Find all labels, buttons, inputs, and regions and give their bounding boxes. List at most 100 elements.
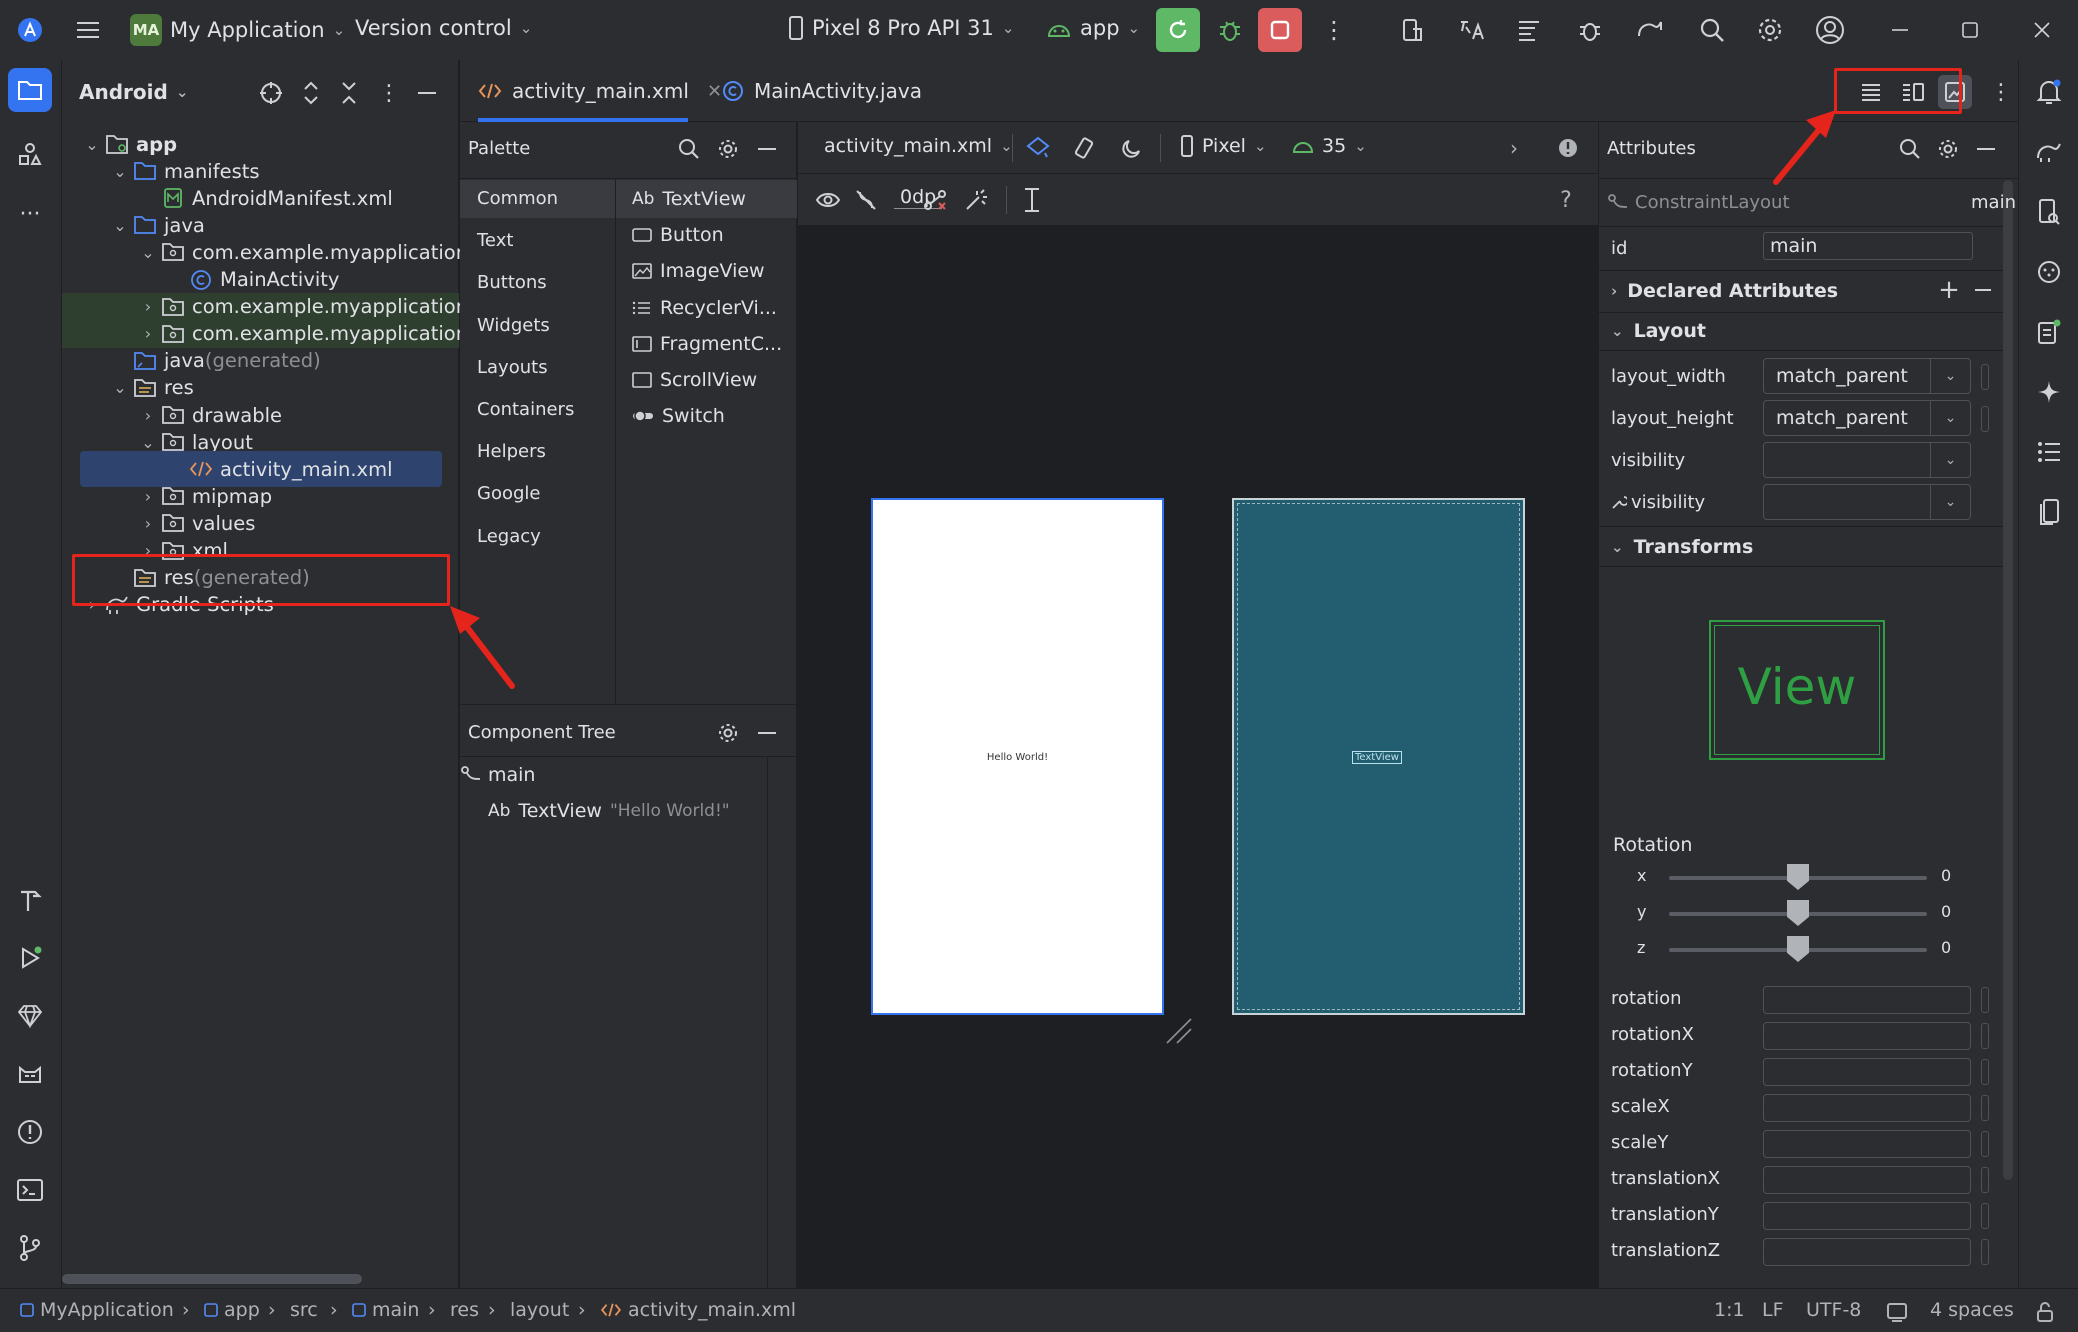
maximize-window-icon[interactable]: [1952, 12, 1988, 48]
expand-all-icon[interactable]: [296, 78, 326, 108]
hide-component-tree-icon[interactable]: [752, 718, 782, 748]
chevron-right-icon[interactable]: ›: [136, 297, 160, 316]
close-window-icon[interactable]: [2024, 12, 2060, 48]
layout-width-combo[interactable]: match_parent ⌄: [1763, 358, 1971, 394]
api-level-selector[interactable]: 35 ⌄: [1292, 135, 1367, 157]
transforms-section[interactable]: ⌄ Transforms: [1611, 528, 1753, 566]
visibility-combo[interactable]: ⌄: [1763, 442, 1971, 478]
breadcrumb-item[interactable]: layout: [510, 1299, 569, 1321]
orientation-icon[interactable]: [1068, 132, 1100, 164]
settings-gear-icon[interactable]: [1752, 12, 1788, 48]
infer-constraints-icon[interactable]: [960, 184, 992, 216]
palette-item[interactable]: FragmentC...: [632, 333, 782, 355]
add-attribute-icon[interactable]: +: [1935, 275, 1963, 305]
palette-category[interactable]: Buttons: [477, 272, 547, 293]
resource-manager-icon[interactable]: [12, 136, 48, 172]
chevron-right-icon[interactable]: ›: [1498, 132, 1530, 164]
layout-height-resource-picker[interactable]: [1981, 406, 1989, 432]
caret-position[interactable]: 1:1: [1714, 1299, 1745, 1321]
breadcrumb-item[interactable]: src: [290, 1299, 318, 1321]
notifications-bell-icon[interactable]: [2031, 74, 2067, 110]
profiler-bug-icon[interactable]: [1572, 12, 1608, 48]
project-options-icon[interactable]: ⋮: [374, 78, 404, 108]
breadcrumb-item[interactable]: res: [450, 1299, 479, 1321]
breadcrumb-item[interactable]: app: [204, 1299, 260, 1321]
close-tab-icon[interactable]: ✕: [707, 81, 722, 102]
attributes-scrollbar[interactable]: [2003, 180, 2013, 1180]
version-control-menu[interactable]: Version control ⌄: [355, 16, 532, 40]
night-mode-icon[interactable]: [1116, 132, 1148, 164]
transform-field-resource-picker[interactable]: [1981, 1095, 1989, 1121]
project-selector[interactable]: MA My Application ⌄: [130, 14, 345, 46]
editor-more-icon[interactable]: ⋮: [1986, 75, 2016, 109]
project-folder-icon[interactable]: [8, 68, 52, 112]
palette-item[interactable]: Switch: [632, 405, 725, 427]
more-actions-icon[interactable]: ⋮: [1318, 14, 1350, 46]
palette-category[interactable]: Google: [477, 483, 540, 504]
device-selector[interactable]: Pixel 8 Pro API 31 ⌄: [788, 16, 1014, 40]
logcat-cat-icon[interactable]: [12, 1056, 48, 1092]
breadcrumb-item[interactable]: main: [352, 1299, 419, 1321]
id-field[interactable]: main: [1763, 232, 1973, 260]
transform-field-input[interactable]: [1763, 1202, 1971, 1230]
chevron-down-icon[interactable]: ⌄: [108, 216, 132, 235]
palette-category[interactable]: Helpers: [477, 441, 546, 462]
issues-warning-icon[interactable]: [1552, 132, 1584, 164]
version-control-branch-icon[interactable]: [12, 1230, 48, 1266]
design-preview[interactable]: Hello World!: [871, 498, 1164, 1015]
remove-attribute-icon[interactable]: [1969, 276, 1997, 304]
breadcrumb-item[interactable]: MyApplication: [20, 1299, 174, 1321]
read-only-toggle-icon[interactable]: [1882, 1297, 1912, 1327]
blueprint-preview[interactable]: TextView: [1232, 498, 1525, 1015]
gradle-elephant-icon[interactable]: [2031, 134, 2067, 170]
component-tree-root[interactable]: main: [460, 764, 535, 786]
palette-category[interactable]: Widgets: [477, 315, 550, 336]
logcat-icon[interactable]: [1512, 12, 1548, 48]
clear-constraints-icon[interactable]: [920, 184, 952, 216]
transform-field-input[interactable]: [1763, 1130, 1971, 1158]
project-view-selector[interactable]: Android ⌄: [79, 80, 188, 104]
main-menu-icon[interactable]: [72, 14, 104, 46]
layout-file-selector[interactable]: activity_main.xml ⌄: [824, 135, 1013, 157]
build-hammer-icon[interactable]: [12, 882, 48, 918]
transform-field-resource-picker[interactable]: [1981, 1203, 1989, 1229]
hide-attributes-icon[interactable]: [1971, 134, 2001, 164]
file-encoding[interactable]: UTF-8: [1806, 1299, 1861, 1321]
problems-icon[interactable]: [12, 1114, 48, 1150]
transform-field-input[interactable]: [1763, 1058, 1971, 1086]
chevron-down-icon[interactable]: ⌄: [1930, 401, 1970, 435]
chevron-down-icon[interactable]: ⌄: [1930, 443, 1970, 477]
attributes-settings-icon[interactable]: [1933, 134, 1963, 164]
guidelines-icon[interactable]: [1016, 184, 1048, 216]
apply-changes-button[interactable]: [1156, 8, 1200, 52]
transform-field-resource-picker[interactable]: [1981, 1239, 1989, 1265]
chevron-right-icon[interactable]: ›: [136, 487, 160, 506]
horizontal-scrollbar[interactable]: [62, 1274, 362, 1284]
autoconnect-off-icon[interactable]: [850, 184, 882, 216]
view-options-eye-icon[interactable]: [812, 184, 844, 216]
running-devices-icon[interactable]: [2031, 314, 2067, 350]
transform-field-input[interactable]: [1763, 1238, 1971, 1266]
transform-field-input[interactable]: [1763, 986, 1971, 1014]
transform-field-resource-picker[interactable]: [1981, 987, 1989, 1013]
lock-icon[interactable]: [2030, 1297, 2060, 1327]
tools-visibility-combo[interactable]: ⌄: [1763, 484, 1971, 520]
palette-item[interactable]: ImageView: [632, 260, 765, 282]
palette-search-icon[interactable]: [674, 134, 704, 164]
chevron-down-icon[interactable]: ⌄: [1930, 485, 1970, 519]
line-separator[interactable]: LF: [1762, 1299, 1784, 1321]
transform-field-resource-picker[interactable]: [1981, 1131, 1989, 1157]
design-surface-layers-icon[interactable]: [1022, 132, 1054, 164]
app-quality-gem-icon[interactable]: [12, 998, 48, 1034]
account-icon[interactable]: [1812, 12, 1848, 48]
run-tool-icon[interactable]: [12, 940, 48, 976]
android-studio-logo-icon[interactable]: [14, 14, 46, 46]
transform-field-input[interactable]: [1763, 1022, 1971, 1050]
palette-category[interactable]: Text: [477, 230, 513, 251]
minimize-window-icon[interactable]: [1882, 12, 1918, 48]
tab-activity-main-xml[interactable]: activity_main.xml ✕: [478, 60, 722, 122]
device-mirroring-icon[interactable]: [2031, 494, 2067, 530]
chevron-right-icon[interactable]: ›: [136, 324, 160, 343]
chevron-right-icon[interactable]: ›: [136, 406, 160, 425]
chevron-down-icon[interactable]: ⌄: [108, 162, 132, 181]
